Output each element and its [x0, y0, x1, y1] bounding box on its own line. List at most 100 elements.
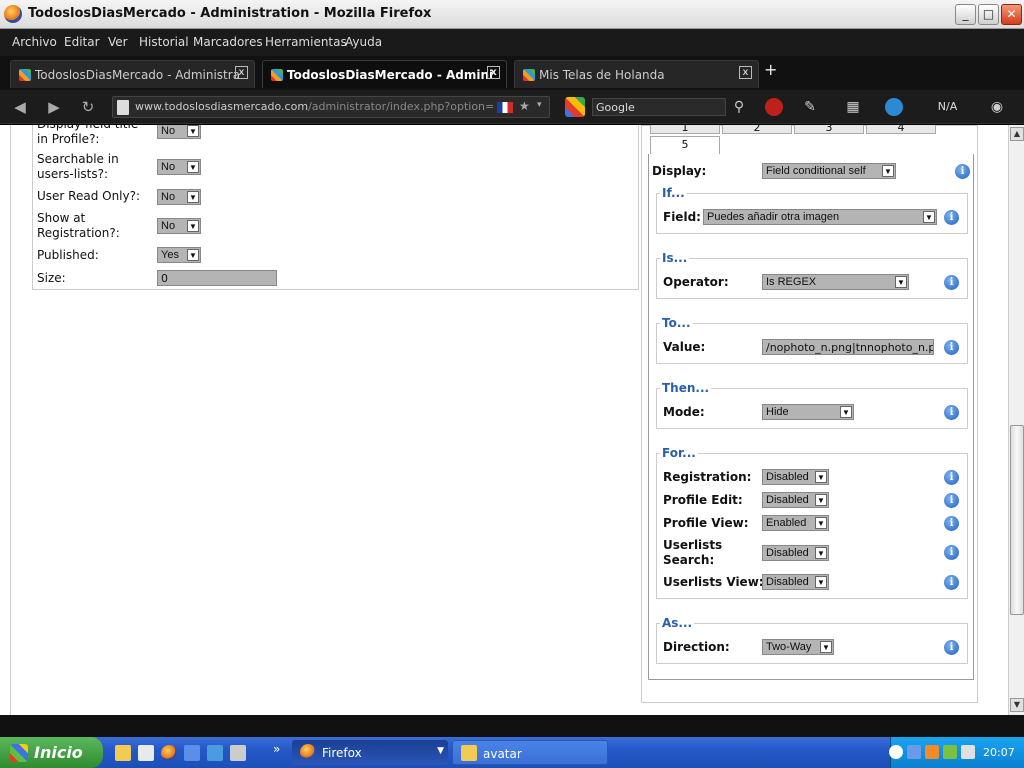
operator-select[interactable]: Is REGEX ▼ — [762, 274, 909, 290]
menu-editar[interactable]: Editar — [64, 35, 100, 49]
menu-archivo[interactable]: Archivo — [12, 35, 57, 49]
tab-close-icon[interactable]: x — [487, 66, 500, 79]
close-window-button[interactable]: ✕ — [1001, 4, 1022, 25]
start-button[interactable]: Inicio — [0, 737, 103, 768]
page-scrollbar[interactable]: ▲ ▼ — [1008, 125, 1024, 715]
info-icon[interactable]: i — [944, 405, 959, 420]
display-title-select[interactable]: No ▼ — [157, 125, 201, 139]
taskbar-item-firefox[interactable]: Firefox ▼ — [292, 740, 448, 765]
info-icon[interactable]: i — [944, 275, 959, 290]
select-value: No — [161, 161, 176, 173]
ie-quicklaunch-icon[interactable] — [207, 745, 223, 761]
info-icon[interactable]: i — [955, 164, 970, 179]
value-input[interactable]: /nophoto_n.png|tnnophoto_n.png/ — [762, 339, 934, 355]
app-quicklaunch-icon[interactable] — [230, 745, 246, 761]
app-tray-icon[interactable] — [925, 745, 939, 759]
forward-button[interactable]: ▶ — [42, 96, 66, 118]
network-tray-icon[interactable] — [907, 745, 921, 759]
menu-ver[interactable]: Ver — [108, 35, 128, 49]
url-bar[interactable]: www.todoslosdiasmercado.com/administrato… — [112, 96, 550, 118]
scroll-down-arrow-icon[interactable]: ▼ — [1010, 698, 1024, 712]
row-label-display-title: Display field title in Profile?: — [37, 125, 138, 146]
tab-label: Mis Telas de Holanda — [539, 68, 665, 82]
menu-ayuda[interactable]: Ayuda — [345, 35, 382, 49]
select-value: Disabled — [766, 547, 809, 559]
chat-bubble-icon[interactable]: ◉ — [987, 98, 1007, 116]
bookmark-star-icon[interactable]: ★ — [519, 99, 530, 113]
new-tab-button[interactable]: + — [764, 60, 777, 79]
if-legend: If... — [662, 186, 685, 200]
userlists-search-select[interactable]: Disabled ▼ — [762, 545, 829, 561]
info-icon[interactable]: i — [944, 210, 959, 225]
registration-select[interactable]: Disabled ▼ — [762, 469, 829, 485]
select-value: No — [161, 220, 176, 232]
tab-2[interactable]: 2 — [722, 125, 792, 134]
security-tray-icon[interactable] — [943, 745, 957, 759]
userlists-view-label: Userlists View: — [663, 575, 764, 589]
reload-button[interactable]: ↻ — [76, 96, 100, 118]
tab-close-icon[interactable]: x — [739, 66, 752, 79]
search-icon[interactable]: ⚲ — [729, 98, 749, 116]
menu-historial[interactable]: Historial — [139, 35, 189, 49]
info-icon[interactable]: i — [944, 575, 959, 590]
notepad-quicklaunch-icon[interactable] — [138, 745, 154, 761]
info-icon[interactable]: i — [944, 470, 959, 485]
info-icon[interactable]: i — [944, 640, 959, 655]
read-only-select[interactable]: No ▼ — [157, 189, 201, 205]
profile-edit-select[interactable]: Disabled ▼ — [762, 492, 829, 508]
url-dropdown-icon[interactable]: ▾ — [537, 100, 542, 110]
then-legend: Then... — [662, 381, 710, 395]
row-label-show-registration: Show at Registration?: — [37, 211, 120, 240]
userlists-view-select[interactable]: Disabled ▼ — [762, 574, 829, 590]
menu-herramientas[interactable]: Herramientas — [265, 35, 347, 49]
stop-addon-icon[interactable] — [765, 98, 783, 116]
info-icon[interactable]: i — [944, 545, 959, 560]
tools-addon-icon[interactable]: ✎ — [800, 98, 820, 116]
tab-close-icon[interactable]: x — [235, 66, 248, 79]
screen-capture-icon[interactable]: ▦ — [843, 98, 863, 116]
back-button[interactable]: ◀ — [8, 96, 32, 118]
tab-1[interactable]: 1 — [650, 125, 720, 134]
firefox-quicklaunch-icon[interactable] — [161, 745, 177, 761]
direction-select[interactable]: Two-Way ▼ — [762, 639, 834, 655]
mode-select[interactable]: Hide ▼ — [762, 404, 854, 420]
scroll-up-arrow-icon[interactable]: ▲ — [1010, 127, 1024, 141]
tray-arrow-icon[interactable] — [889, 745, 903, 759]
tab-4[interactable]: 4 — [866, 125, 936, 134]
tab-administration-2[interactable]: TodoslosDiasMercado - Administ... x — [262, 60, 507, 88]
field-select[interactable]: Puedes añadir otra imagen ▼ — [703, 209, 937, 225]
status-bar — [0, 715, 1024, 737]
info-icon[interactable]: i — [944, 493, 959, 508]
chevron-down-icon: ▼ — [882, 165, 894, 177]
mode-label: Mode: — [663, 405, 705, 419]
tab-5[interactable]: 5 — [650, 136, 720, 154]
minimize-button[interactable]: _ — [955, 4, 976, 25]
size-input[interactable]: 0 — [157, 270, 277, 286]
tab-mis-telas[interactable]: Mis Telas de Holanda x — [514, 60, 759, 88]
searchable-select[interactable]: No ▼ — [157, 159, 201, 175]
more-quicklaunch-icon[interactable]: » — [273, 742, 280, 756]
tab-3[interactable]: 3 — [794, 125, 864, 134]
system-tray: 20:07 — [889, 737, 1024, 768]
firefox-logo-icon — [4, 5, 22, 23]
explorer-quicklaunch-icon[interactable] — [184, 745, 200, 761]
menu-marcadores[interactable]: Marcadores — [193, 35, 263, 49]
google-search-engine-icon[interactable] — [565, 97, 585, 117]
published-select[interactable]: Yes ▼ — [157, 247, 201, 263]
folder-quicklaunch-icon[interactable] — [115, 745, 131, 761]
show-registration-select[interactable]: No ▼ — [157, 218, 201, 234]
search-input[interactable]: Google — [592, 98, 726, 116]
url-host: www.todoslosdiasmercado.com — [135, 100, 309, 113]
globe-addon-icon[interactable] — [885, 98, 903, 116]
info-icon[interactable]: i — [944, 516, 959, 531]
scrollbar-thumb[interactable] — [1010, 425, 1024, 615]
tab-administration-1[interactable]: TodoslosDiasMercado - Administration x — [10, 60, 255, 88]
profile-view-select[interactable]: Enabled ▼ — [762, 515, 829, 531]
info-icon[interactable]: i — [944, 340, 959, 355]
maximize-button[interactable]: □ — [978, 4, 999, 25]
display-select[interactable]: Field conditional self ▼ — [762, 163, 896, 179]
volume-tray-icon[interactable] — [961, 745, 975, 759]
select-value: Enabled — [766, 517, 807, 529]
taskbar-item-avatar[interactable]: avatar — [452, 740, 608, 765]
chevron-down-icon: ▼ — [187, 249, 199, 261]
